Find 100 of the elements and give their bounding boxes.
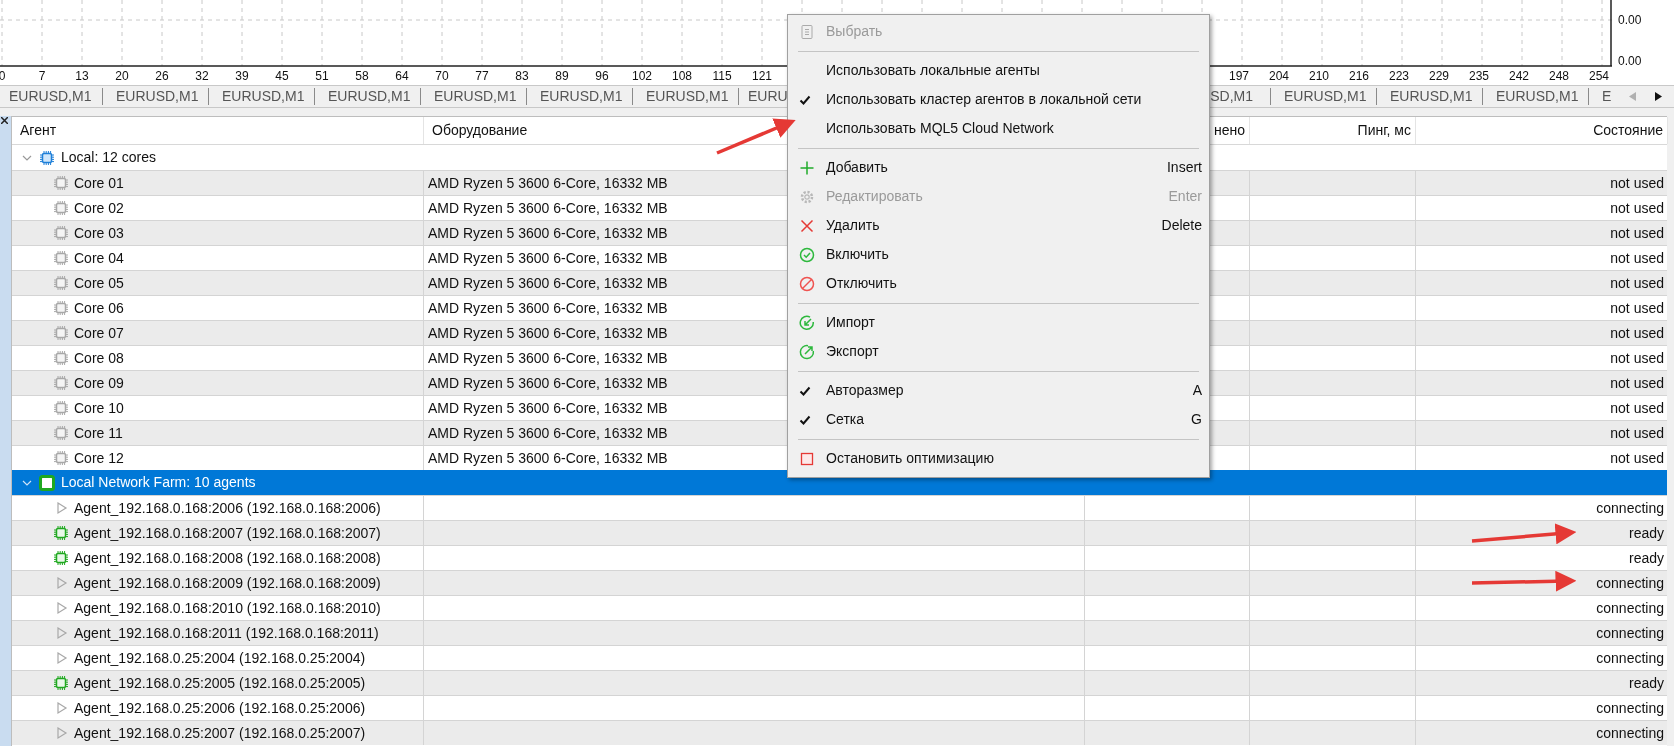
- table-cell-text: connecting: [1596, 648, 1664, 668]
- axis-label: 26: [154, 68, 170, 84]
- chart-tab[interactable]: E: [1588, 88, 1620, 105]
- column-header: Пинг, мс: [1357, 121, 1411, 140]
- table-cell-text: ready: [1628, 523, 1664, 543]
- menu-item[interactable]: Импорт: [788, 308, 1209, 337]
- menu-item[interactable]: Остановить оптимизацию: [788, 444, 1209, 473]
- axis-label: 13: [74, 68, 90, 84]
- check-circle-icon: [799, 246, 815, 263]
- group-row[interactable]: Local Network Farm: 10 agents: [12, 470, 1667, 495]
- chart-tab[interactable]: EURUSD,M1: [1376, 88, 1482, 105]
- chart-tab[interactable]: EURUSD,M1: [526, 88, 632, 105]
- axis-label: 248: [1548, 68, 1570, 84]
- table-cell-text: Agent_192.168.0.25:2006 (192.168.0.25:2006): [74, 698, 366, 718]
- table-cell-text: not used: [1610, 373, 1664, 393]
- axis-label: 77: [474, 68, 490, 84]
- close-icon[interactable]: [1, 117, 8, 124]
- table-cell-text: Agent_192.168.0.25:2005 (192.168.0.25:2005): [74, 673, 366, 693]
- table-cell-text: not used: [1610, 248, 1664, 268]
- table-cell-text: Agent_192.168.0.168:2007 (192.168.0.168:2007): [74, 523, 381, 543]
- menu-item[interactable]: Сетка G: [788, 405, 1209, 434]
- axis-label: 204: [1268, 68, 1290, 84]
- menu-item[interactable]: Включить: [788, 240, 1209, 269]
- chart-tab[interactable]: SD,M1: [1210, 88, 1270, 105]
- table-cell-text: not used: [1610, 298, 1664, 318]
- table-cell-text: connecting: [1596, 498, 1664, 518]
- axis-label: 83: [514, 68, 530, 84]
- table-cell-text: AMD Ryzen 5 3600 6-Core, 16332 MB: [428, 423, 668, 443]
- table-cell-text: Core 08: [74, 348, 124, 368]
- table-cell-text: not used: [1610, 348, 1664, 368]
- axis-label: 254: [1588, 68, 1610, 84]
- menu-item[interactable]: Авторазмер A: [788, 376, 1209, 405]
- axis-label: 210: [1308, 68, 1330, 84]
- chart-tab[interactable]: EURUSD,M1: [0, 88, 102, 105]
- table-cell-text: not used: [1610, 448, 1664, 468]
- column-header: Оборудование: [432, 121, 528, 140]
- close-icon: [799, 217, 815, 234]
- list-icon: [799, 23, 815, 40]
- axis-label: 216: [1348, 68, 1370, 84]
- chart-tab[interactable]: EURUSD,M1: [632, 88, 738, 105]
- table-cell-text: AMD Ryzen 5 3600 6-Core, 16332 MB: [428, 323, 668, 343]
- table-cell-text: not used: [1610, 223, 1664, 243]
- table-cell-text: Agent_192.168.0.168:2010 (192.168.0.168:2010): [74, 598, 381, 618]
- check-icon: [799, 413, 811, 426]
- table-cell-text: Core 06: [74, 298, 124, 318]
- table-cell-text: AMD Ryzen 5 3600 6-Core, 16332 MB: [428, 223, 668, 243]
- axis-label: 96: [594, 68, 610, 84]
- axis-label: 51: [314, 68, 330, 84]
- table-cell-text: AMD Ryzen 5 3600 6-Core, 16332 MB: [428, 198, 668, 218]
- axis-label: 102: [631, 68, 653, 84]
- scroll-right-button[interactable]: [1652, 89, 1664, 104]
- table-cell-text: not used: [1610, 173, 1664, 193]
- column-header: нено: [1213, 121, 1245, 140]
- chart-tab[interactable]: EURUSD,M1: [208, 88, 314, 105]
- axis-label: 89: [554, 68, 570, 84]
- menu-item[interactable]: Отключить: [788, 269, 1209, 298]
- menu-item[interactable]: Использовать локальные агенты: [788, 56, 1209, 85]
- menu-item[interactable]: Добавить Insert: [788, 153, 1209, 182]
- table-cell-text: ready: [1628, 548, 1664, 568]
- menu-item[interactable]: Использовать MQL5 Cloud Network: [788, 114, 1209, 143]
- menu-item[interactable]: Удалить Delete: [788, 211, 1209, 240]
- axis-label: 108: [671, 68, 693, 84]
- table-cell-text: not used: [1610, 398, 1664, 418]
- table-cell-text: Core 05: [74, 273, 124, 293]
- table-cell-text: not used: [1610, 423, 1664, 443]
- table-cell-text: connecting: [1596, 723, 1664, 743]
- chart-tab[interactable]: EURUSD,M1: [1482, 88, 1588, 105]
- axis-label: 121: [751, 68, 773, 84]
- table-cell-text: connecting: [1596, 573, 1664, 593]
- axis-label: 223: [1388, 68, 1410, 84]
- menu-item[interactable]: Использовать кластер агентов в локальной сети: [788, 85, 1209, 114]
- table-cell-text: Agent_192.168.0.25:2004 (192.168.0.25:2004): [74, 648, 366, 668]
- axis-label: 70: [434, 68, 450, 84]
- table-cell-text: Core 01: [74, 173, 124, 193]
- table-cell-text: AMD Ryzen 5 3600 6-Core, 16332 MB: [428, 173, 668, 193]
- axis-label: 7: [37, 68, 47, 84]
- table-cell-text: Agent_192.168.0.168:2008 (192.168.0.168:2008): [74, 548, 381, 568]
- table-cell-text: Core 04: [74, 248, 124, 268]
- group-label: Local Network Farm: 10 agents: [61, 473, 256, 492]
- stop-icon: [799, 450, 815, 467]
- table-cell-text: not used: [1610, 273, 1664, 293]
- axis-label: 115: [711, 68, 733, 84]
- chart-tab[interactable]: EURUSD,M1: [102, 88, 208, 105]
- axis-label: 197: [1228, 68, 1250, 84]
- axis-label: 39: [234, 68, 250, 84]
- table-cell-text: AMD Ryzen 5 3600 6-Core, 16332 MB: [428, 348, 668, 368]
- table-cell-text: Core 09: [74, 373, 124, 393]
- table-cell-text: connecting: [1596, 598, 1664, 618]
- table-cell-text: Agent_192.168.0.25:2007 (192.168.0.25:2007): [74, 723, 366, 743]
- axis-label: 0.00: [1618, 13, 1642, 27]
- menu-item[interactable]: Экспорт: [788, 337, 1209, 366]
- table-cell-text: Agent_192.168.0.168:2011 (192.168.0.168:2011): [74, 623, 379, 643]
- table-cell-text: AMD Ryzen 5 3600 6-Core, 16332 MB: [428, 298, 668, 318]
- export-icon: [799, 343, 815, 360]
- chart-tab[interactable]: EURUSD,M1: [314, 88, 420, 105]
- axis-label: 242: [1508, 68, 1530, 84]
- chart-tab[interactable]: EURUSD,M1: [420, 88, 526, 105]
- chart-tab[interactable]: EURUSD,M1: [1270, 88, 1376, 105]
- axis-label: 45: [274, 68, 290, 84]
- column-header: Состояние: [1593, 121, 1663, 140]
